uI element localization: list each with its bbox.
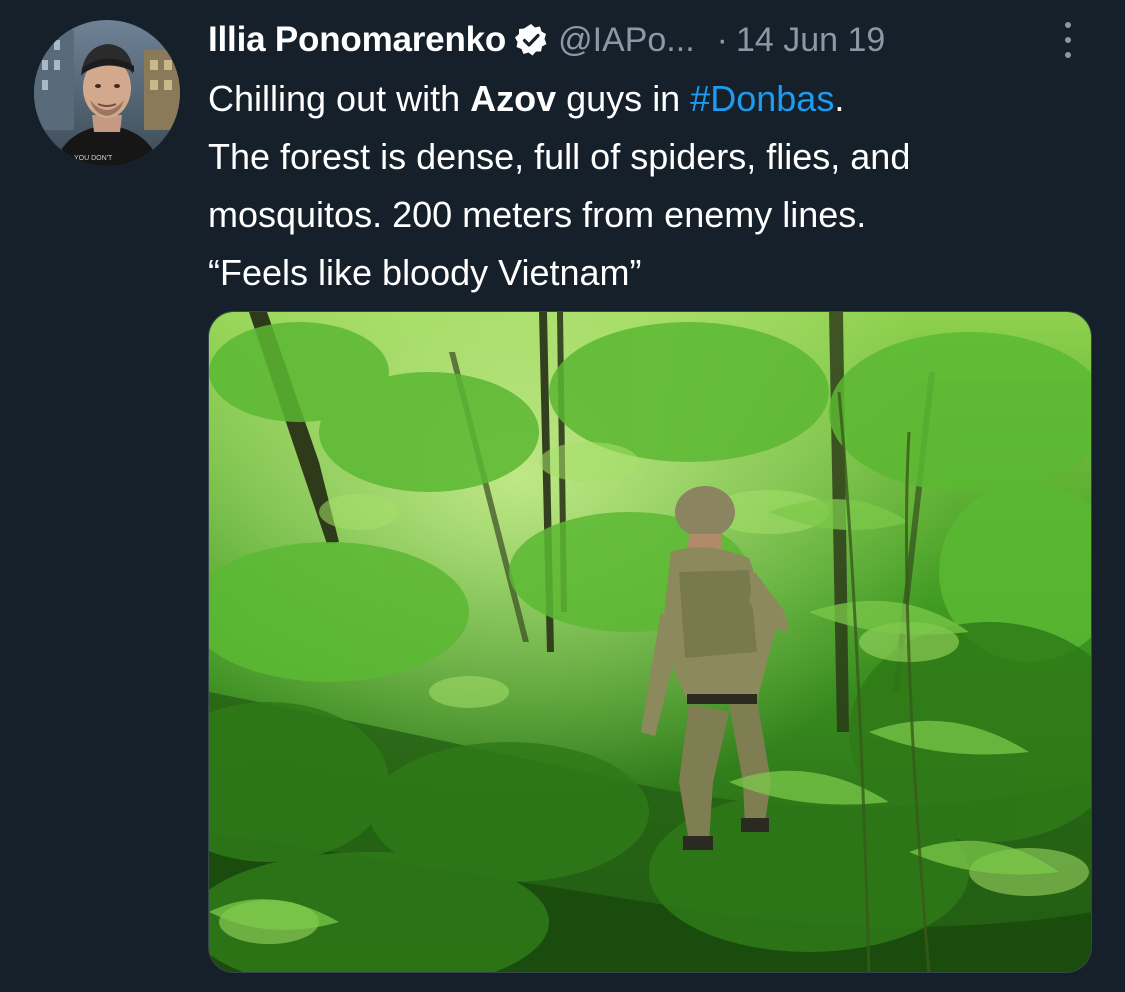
verified-badge-icon: [514, 23, 548, 57]
tweet-text-line-3: mosquitos. 200 meters from enemy lines.: [208, 194, 867, 235]
profile-photo-icon: YOU DON'T: [34, 20, 180, 166]
more-vertical-icon[interactable]: [1058, 22, 1078, 58]
bold-text: Azov: [470, 78, 557, 119]
tweet-text-line-2: The forest is dense, full of spiders, fl…: [208, 136, 911, 177]
text-segment: .: [834, 78, 845, 119]
tweet-media-photo[interactable]: [208, 311, 1092, 973]
text-segment: Chilling out with: [208, 78, 471, 119]
avatar[interactable]: YOU DON'T: [34, 20, 180, 166]
text-segment: guys in: [556, 78, 691, 119]
tweet-date[interactable]: 14 Jun 19: [736, 21, 885, 60]
tweet-header: Illia Ponomarenko @IAPo... · 14 Jun 19: [208, 18, 1088, 62]
separator-dot: ·: [716, 20, 728, 59]
forest-photo-icon: [209, 312, 1091, 972]
svg-text:YOU DON'T: YOU DON'T: [74, 155, 113, 162]
tweet-text-line-4: “Feels like bloody Vietnam”: [208, 252, 642, 293]
tweet-text: Chilling out with Azov guys in #Donbas. …: [208, 70, 1108, 302]
author-display-name[interactable]: Illia Ponomarenko: [208, 20, 506, 60]
tweet-text-line-1: Chilling out with Azov guys in #Donbas.: [208, 70, 1108, 128]
hashtag-link[interactable]: #Donbas: [690, 78, 834, 119]
author-handle[interactable]: @IAPo...: [558, 21, 695, 60]
tweet[interactable]: YOU DON'T Illia Ponomarenko @IAPo... · 1…: [0, 0, 1125, 992]
